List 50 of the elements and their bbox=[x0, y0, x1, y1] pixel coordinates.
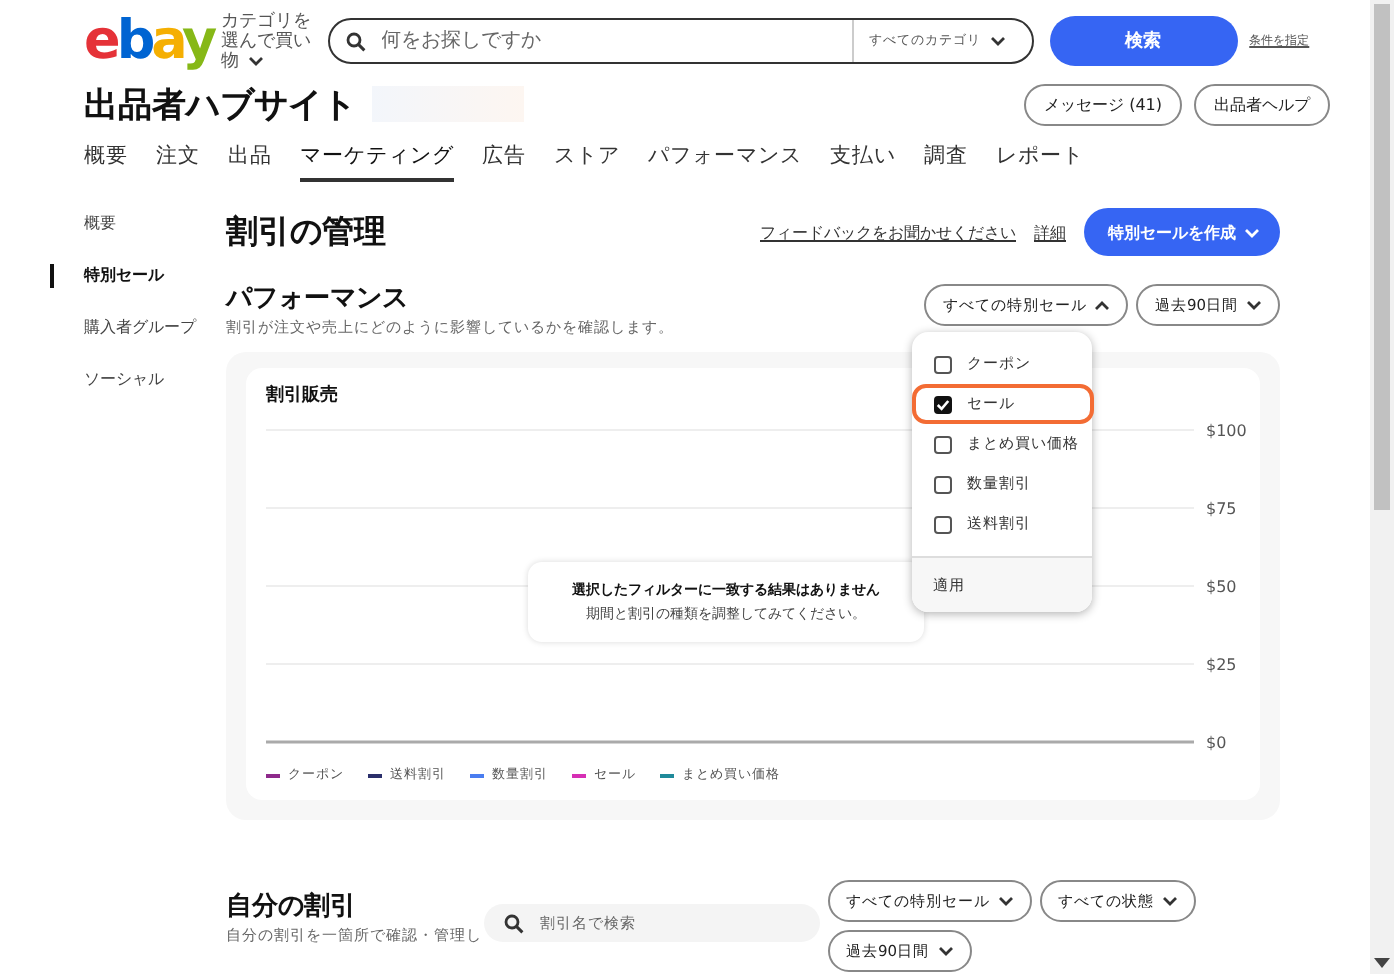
chevron-down-icon bbox=[1246, 299, 1262, 310]
nav-tab[interactable]: マーケティング bbox=[300, 138, 454, 182]
chevron-up-icon bbox=[1094, 299, 1111, 310]
chevron-down-icon bbox=[1244, 227, 1260, 238]
chevron-down-icon bbox=[937, 945, 954, 956]
section-title: パフォーマンス bbox=[226, 284, 410, 316]
nav-tab[interactable]: 出品 bbox=[228, 138, 272, 182]
site-title: 出品者ハブサイト bbox=[84, 83, 356, 127]
checkbox[interactable] bbox=[934, 395, 953, 413]
y-tick-label: $50 bbox=[1206, 578, 1237, 596]
feedback-link[interactable]: フィードバックをお聞かせください bbox=[760, 221, 1016, 243]
checkbox[interactable] bbox=[934, 435, 953, 453]
y-tick-label: $100 bbox=[1206, 422, 1247, 440]
search-icon bbox=[345, 31, 366, 51]
nav-tab[interactable]: 注文 bbox=[156, 138, 200, 182]
sidebar-item[interactable]: 概要 bbox=[50, 212, 226, 236]
search-input[interactable]: 何をお探しですか bbox=[377, 28, 852, 54]
y-tick-label: $75 bbox=[1206, 500, 1237, 518]
search-button[interactable]: 検索 bbox=[1049, 16, 1238, 66]
search-icon bbox=[504, 913, 524, 933]
nav-tab[interactable]: パフォーマンス bbox=[648, 138, 802, 182]
checkbox[interactable] bbox=[934, 355, 953, 373]
section-title: 自分の割引 bbox=[226, 892, 358, 924]
header-button[interactable]: 出品者ヘルプ bbox=[1194, 83, 1330, 125]
y-tick-label: $25 bbox=[1206, 656, 1237, 674]
ebay-logo[interactable]: ebay bbox=[84, 16, 214, 66]
checkbox[interactable] bbox=[934, 475, 953, 493]
scrollbar[interactable] bbox=[1370, 0, 1394, 974]
nav-tab[interactable]: 調査 bbox=[924, 138, 968, 182]
sidebar-item[interactable]: 購入者グループ bbox=[50, 316, 226, 340]
create-sale-button[interactable]: 特別セールを作成 bbox=[1084, 208, 1280, 256]
scroll-down-arrow-icon[interactable] bbox=[1374, 958, 1390, 968]
nav-tab[interactable]: レポート bbox=[996, 138, 1084, 182]
chevron-down-icon bbox=[998, 895, 1014, 906]
chart-title: 割引販売 bbox=[266, 382, 338, 410]
header-button[interactable]: メッセージ (41) bbox=[1024, 83, 1182, 125]
checkbox[interactable] bbox=[934, 515, 953, 533]
category-menu-button[interactable]: カテゴリを選んで買い物 bbox=[221, 11, 322, 71]
chevron-down-icon bbox=[1162, 895, 1178, 906]
chevron-down-icon bbox=[247, 55, 264, 66]
nav-tab[interactable]: 支払い bbox=[830, 138, 896, 182]
details-link[interactable]: 詳細 bbox=[1034, 221, 1066, 243]
nav-tab[interactable]: ストア bbox=[554, 138, 620, 182]
nav-tab[interactable]: 広告 bbox=[482, 138, 526, 182]
sidebar-item[interactable]: ソーシャル bbox=[50, 368, 226, 392]
nav-tab[interactable]: 概要 bbox=[84, 138, 128, 182]
y-tick-label: $0 bbox=[1206, 734, 1227, 752]
page-title: 割引の管理 bbox=[226, 211, 386, 253]
sidebar-item[interactable]: 特別セール bbox=[50, 264, 226, 288]
chevron-down-icon bbox=[989, 35, 1006, 46]
